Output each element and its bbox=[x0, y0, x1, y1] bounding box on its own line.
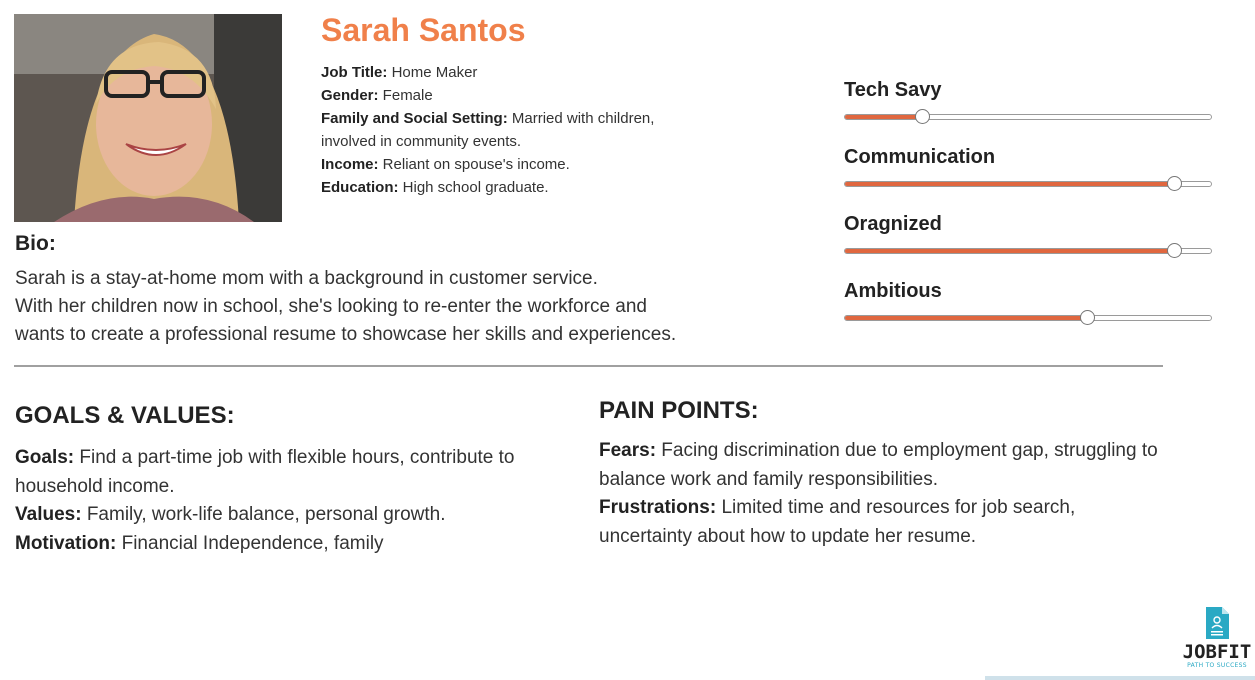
goals-label: Goals: bbox=[15, 447, 75, 468]
bio-heading: Bio: bbox=[15, 232, 56, 255]
pain-points-heading: PAIN POINTS: bbox=[599, 397, 759, 424]
trait-communication: Communication bbox=[844, 146, 1214, 191]
trait-slider-fill bbox=[845, 249, 1175, 253]
fears-value: Facing discrimination due to employment … bbox=[599, 440, 1158, 490]
trait-slider-track[interactable] bbox=[844, 176, 1212, 191]
values-value: Family, work-life balance, personal grow… bbox=[81, 504, 446, 525]
bio-line: With her children now in school, she's l… bbox=[15, 296, 648, 317]
detail-label: Job Title: bbox=[321, 64, 388, 81]
detail-value: Home Maker bbox=[387, 64, 478, 81]
bio-line: wants to create a professional resume to… bbox=[15, 324, 677, 345]
detail-label: Income: bbox=[321, 156, 379, 173]
jobfit-logo: JOBFIT PATH TO SUCCESS bbox=[1182, 606, 1252, 676]
bottom-edge-strip bbox=[985, 676, 1255, 680]
trait-slider-thumb[interactable] bbox=[1167, 176, 1183, 191]
trait-slider-track[interactable] bbox=[844, 243, 1212, 258]
trait-sliders: Tech Savy Communication Oragnized Ambiti… bbox=[844, 0, 1214, 340]
motivation-label: Motivation: bbox=[15, 532, 117, 554]
detail-label: Family and Social Setting: bbox=[321, 110, 508, 127]
persona-photo bbox=[14, 14, 282, 222]
bio-line: Sarah is a stay-at-home mom with a backg… bbox=[15, 268, 598, 289]
trait-slider-fill bbox=[845, 182, 1175, 186]
detail-value: Reliant on spouse's income. bbox=[378, 156, 570, 173]
detail-label: Gender: bbox=[321, 87, 379, 104]
trait-ambitious: Ambitious bbox=[844, 280, 1214, 325]
goals-list: Goals: Find a part-time job with flexibl… bbox=[15, 444, 575, 558]
trait-tech-savy: Tech Savy bbox=[844, 79, 1214, 124]
motivation-value: Financial Independence, family bbox=[116, 532, 384, 554]
trait-label: Ambitious bbox=[844, 280, 942, 302]
detail-family-setting: Family and Social Setting: Married with … bbox=[321, 107, 711, 153]
detail-gender: Gender: Female bbox=[321, 84, 711, 107]
trait-slider-thumb[interactable] bbox=[1167, 243, 1183, 258]
trait-organized: Oragnized bbox=[844, 213, 1214, 258]
detail-value: Female bbox=[378, 87, 433, 104]
trait-slider-track[interactable] bbox=[844, 109, 1212, 124]
trait-label: Oragnized bbox=[844, 213, 942, 235]
detail-label: Education: bbox=[321, 179, 399, 196]
detail-education: Education: High school graduate. bbox=[321, 176, 711, 199]
trait-label: Communication bbox=[844, 146, 996, 168]
trait-slider-fill bbox=[845, 316, 1087, 320]
motivation-item: Motivation: Financial Independence, fami… bbox=[15, 530, 575, 559]
section-divider bbox=[14, 365, 1163, 367]
goals-heading: GOALS & VALUES: bbox=[15, 402, 235, 429]
detail-job-title: Job Title: Home Maker bbox=[321, 61, 711, 84]
trait-slider-thumb[interactable] bbox=[914, 109, 930, 124]
persona-details: Job Title: Home Maker Gender: Female Fam… bbox=[321, 61, 711, 199]
resume-document-icon bbox=[1206, 607, 1229, 639]
detail-value: High school graduate. bbox=[398, 179, 549, 196]
frustrations-label: Frustrations: bbox=[599, 497, 717, 518]
logo-wordmark: JOBFIT bbox=[1182, 641, 1252, 663]
logo-tagline: PATH TO SUCCESS bbox=[1187, 662, 1247, 669]
trait-slider-thumb[interactable] bbox=[1079, 310, 1095, 325]
bio-text: Sarah is a stay-at-home mom with a backg… bbox=[15, 265, 755, 349]
values-item: Values: Family, work-life balance, perso… bbox=[15, 501, 575, 530]
goals-value: Find a part-time job with flexible hours… bbox=[15, 447, 515, 497]
fears-label: Fears: bbox=[599, 440, 657, 461]
trait-slider-track[interactable] bbox=[844, 310, 1212, 325]
pain-points-list: Fears: Facing discrimination due to empl… bbox=[599, 437, 1159, 551]
frustrations-item: Frustrations: Limited time and resources… bbox=[599, 494, 1159, 551]
persona-name: Sarah Santos bbox=[321, 12, 526, 48]
trait-slider-fill bbox=[845, 115, 922, 119]
trait-label: Tech Savy bbox=[844, 79, 942, 101]
goals-item: Goals: Find a part-time job with flexibl… bbox=[15, 444, 575, 501]
detail-income: Income: Reliant on spouse's income. bbox=[321, 153, 711, 176]
values-label: Values: bbox=[15, 504, 82, 525]
fears-item: Fears: Facing discrimination due to empl… bbox=[599, 437, 1159, 494]
